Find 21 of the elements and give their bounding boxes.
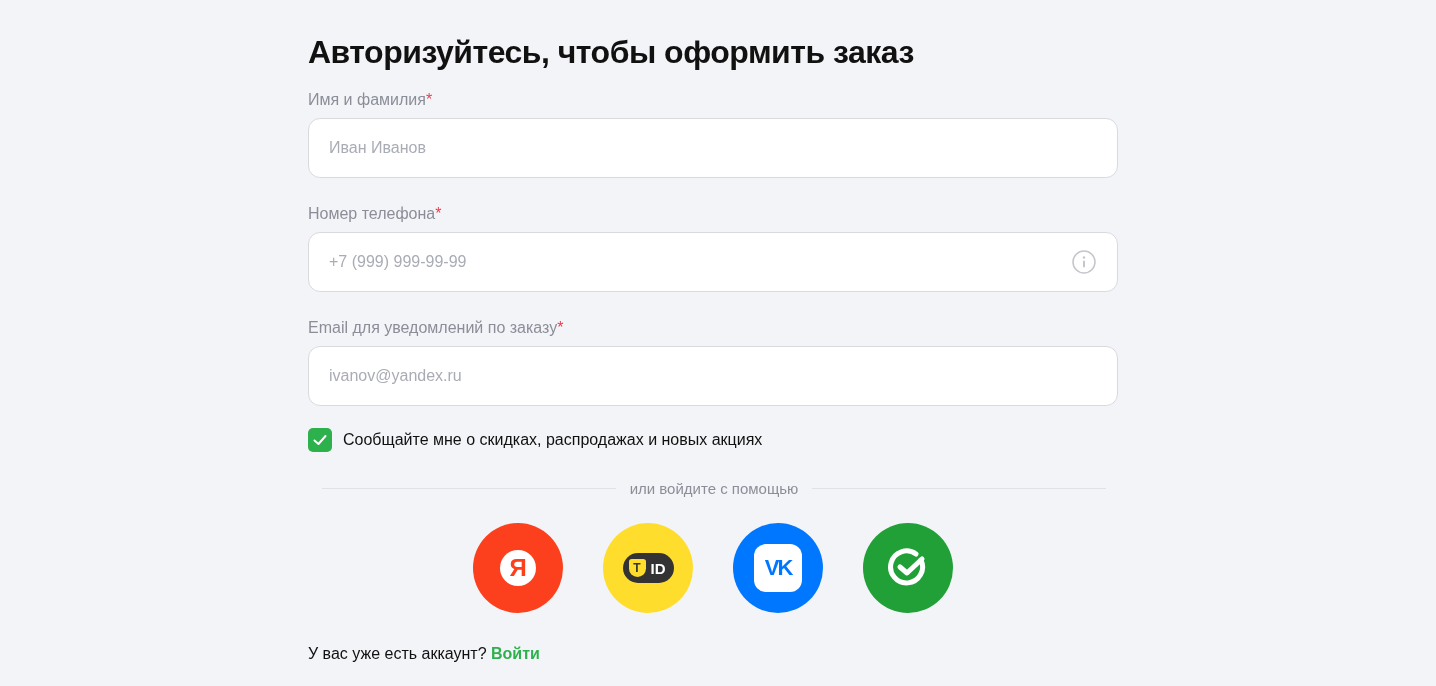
checkbox[interactable] <box>308 428 332 452</box>
field-label: Имя и фамилия* <box>308 90 434 110</box>
info-icon[interactable] <box>1072 250 1096 274</box>
input-field[interactable]: +7 (999) 999-99-99 <box>308 232 1118 292</box>
checkbox-label: Сообщайте мне о скидках, распродажах и новых акциях <box>343 431 763 449</box>
social-login-button[interactable]: Я <box>473 523 563 613</box>
social-login-button[interactable]: T ID <box>603 523 693 613</box>
divider-text: или войдите с помощью <box>629 480 799 497</box>
login-link[interactable]: Войти <box>491 645 540 662</box>
social-login-button[interactable]: VK <box>733 523 823 613</box>
check-circle-icon <box>888 548 928 588</box>
id-logo: T ID <box>622 553 674 583</box>
field-label: Email для уведомлений по заказу* <box>308 318 565 338</box>
login-prompt: У вас уже есть аккаунт? Войти <box>308 645 541 663</box>
logo-letters: VK <box>754 544 802 592</box>
field-label: Номер телефона* <box>308 204 443 224</box>
page-title: Авторизуйтесь, чтобы оформить заказ <box>308 33 915 72</box>
logo-letter: Я <box>500 550 536 586</box>
check-icon <box>312 432 328 448</box>
input-field[interactable]: Иван Иванов <box>308 118 1118 178</box>
input-field[interactable]: ivanov@yandex.ru <box>308 346 1118 406</box>
